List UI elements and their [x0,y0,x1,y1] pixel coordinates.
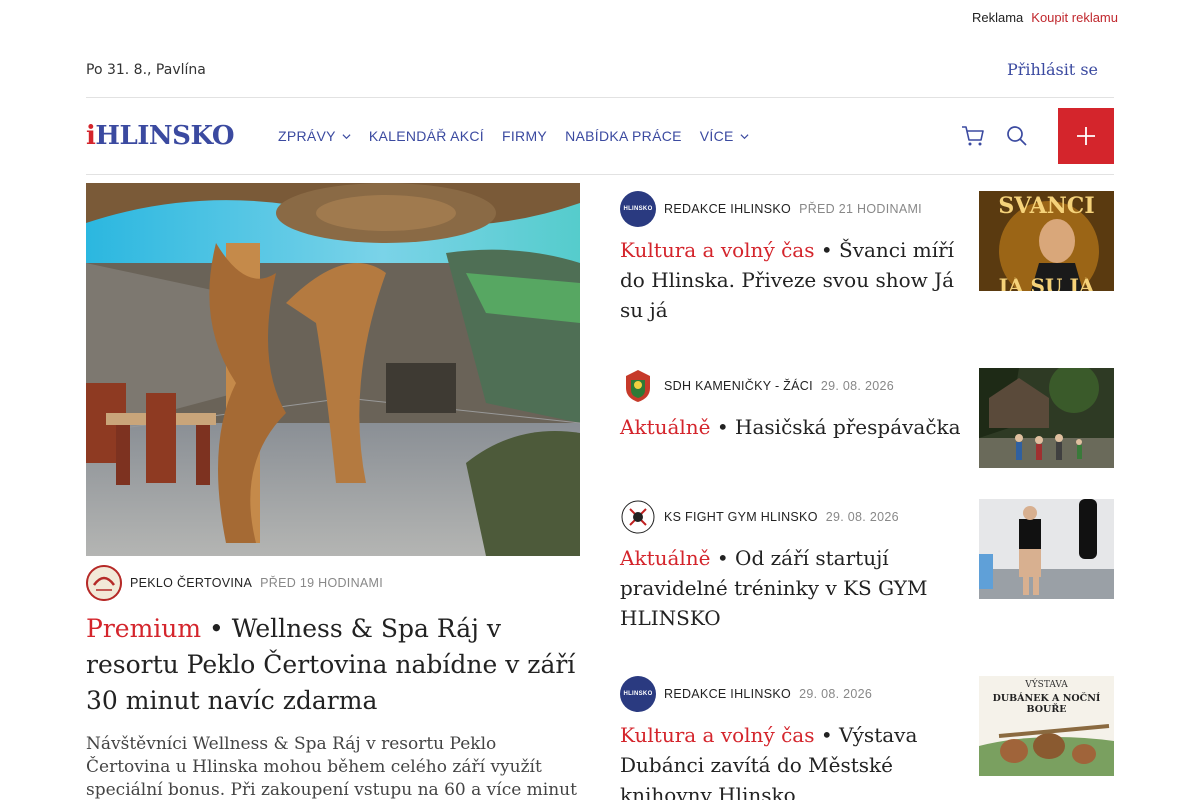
add-content-button[interactable] [1058,108,1114,164]
article-meta: HLINSKO REDAKCE IHLINSKO PŘED 21 HODINAM… [620,191,965,227]
divider [86,97,1114,98]
article-headline[interactable]: Kultura a volný čas • Výstava Dubánci za… [620,720,965,800]
logo-prefix: i [86,121,96,151]
author-avatar[interactable] [620,499,656,535]
thumb-subtitle: JÁ SU JÁ [998,277,1095,291]
chevron-down-icon [342,133,351,139]
publish-time: 29. 08. 2026 [825,510,899,524]
article-meta: SDH KAMENIČKY - ŽÁCI 29. 08. 2026 [620,368,965,404]
separator: • [814,238,839,262]
separator: • [814,723,839,747]
article-category[interactable]: Kultura a volný čas [620,723,814,747]
author-name[interactable]: REDAKCE IHLINSKO [664,202,791,216]
article-thumbnail[interactable] [979,499,1114,599]
avatar-text: HLINSKO [623,206,653,212]
author-name[interactable]: KS FIGHT GYM HLINSKO [664,510,818,524]
publish-time: PŘED 19 HODINAMI [260,576,384,590]
nav-item-label: ZPRÁVY [278,128,336,144]
ad-links: Reklama Koupit reklamu [972,10,1118,25]
nav-item-label: NABÍDKA PRÁCE [565,128,682,144]
publish-time: 29. 08. 2026 [820,379,894,393]
nav-item-label: KALENDÁŘ AKCÍ [368,128,484,144]
nav-item-zpravy[interactable]: ZPRÁVY [278,128,351,144]
featured-article-image[interactable] [86,183,580,556]
logo-name: HLINSKO [95,121,234,151]
login-link[interactable]: Přihlásit se [1007,60,1098,79]
article-thumbnail[interactable]: VÝSTAVA DUBÁNEK A NOČNÍ BOUŘE [979,676,1114,776]
article-thumbnail[interactable]: SVANCI JÁ SU JÁ [979,191,1114,291]
thumb-subtitle: DUBÁNEK A NOČNÍ BOUŘE [992,693,1101,715]
article-category[interactable]: Aktuálně [620,546,711,570]
article-perex: Návštěvníci Wellness & Spa Ráj v resortu… [86,734,577,800]
article-category[interactable]: Aktuálně [620,415,711,439]
author-avatar[interactable]: HLINSKO [620,676,656,712]
author-name[interactable]: PEKLO ČERTOVINA [130,576,252,590]
separator: • [710,415,736,439]
thumb-title: SVANCI [998,193,1095,219]
cart-icon[interactable] [960,123,986,149]
nav-menu: ZPRÁVY KALENDÁŘ AKCÍ FIRMY NABÍDKA PRÁCE… [278,128,749,144]
article-headline[interactable]: Kultura a volný čas • Švanci míří do Hli… [620,235,965,325]
publish-time: 29. 08. 2026 [799,687,873,701]
buy-ad-link[interactable]: Koupit reklamu [1031,10,1118,25]
chevron-down-icon [740,133,749,139]
side-article[interactable]: KS FIGHT GYM HLINSKO 29. 08. 2026 Aktuál… [620,499,1114,633]
article-meta: HLINSKO REDAKCE IHLINSKO 29. 08. 2026 [620,676,965,712]
search-icon[interactable] [1004,123,1030,149]
article-category[interactable]: Premium [86,614,201,643]
nav-item-kalendar[interactable]: KALENDÁŘ AKCÍ [369,128,484,144]
main-navigation: i HLINSKO ZPRÁVY KALENDÁŘ AKCÍ FIRMY NAB… [86,108,1114,164]
separator: • [201,614,232,643]
article-headline[interactable]: Aktuálně • Hasičská přespávačka [620,412,965,442]
article-headline[interactable]: Aktuálně • Od září startují pravidelné t… [620,543,965,633]
separator: • [710,546,736,570]
article-title: Hasičská přespávačka [735,415,961,439]
nav-item-prace[interactable]: NABÍDKA PRÁCE [565,128,682,144]
article-meta: KS FIGHT GYM HLINSKO 29. 08. 2026 [620,499,965,535]
publish-time: PŘED 21 HODINAMI [799,202,922,216]
author-name[interactable]: SDH KAMENIČKY - ŽÁCI [664,379,813,393]
article-meta: PEKLO ČERTOVINA PŘED 19 HODINAMI [86,565,580,601]
date-nameday: Po 31. 8., Pavlína [86,62,206,78]
avatar-text: HLINSKO [623,691,653,697]
side-article[interactable]: SDH KAMENIČKY - ŽÁCI 29. 08. 2026 Aktuál… [620,368,1114,468]
article-headline[interactable]: Premium • Wellness & Spa Ráj v resortu P… [86,611,580,719]
featured-article[interactable]: PEKLO ČERTOVINA PŘED 19 HODINAMI Premium… [86,183,580,800]
nav-item-vice[interactable]: VÍCE [700,128,749,144]
article-category[interactable]: Kultura a volný čas [620,238,814,262]
author-name[interactable]: REDAKCE IHLINSKO [664,687,791,701]
nav-actions [960,108,1114,164]
article-thumbnail[interactable] [979,368,1114,468]
divider [86,174,1114,175]
thumb-title: VÝSTAVA [1025,680,1068,690]
author-avatar[interactable] [86,565,122,601]
side-article[interactable]: HLINSKO REDAKCE IHLINSKO PŘED 21 HODINAM… [620,191,1114,325]
side-article[interactable]: HLINSKO REDAKCE IHLINSKO 29. 08. 2026 Ku… [620,676,1114,800]
nav-item-firmy[interactable]: FIRMY [502,128,547,144]
nav-item-label: FIRMY [502,128,548,144]
nav-item-label: VÍCE [699,128,734,144]
plus-icon [1077,127,1095,145]
ad-label[interactable]: Reklama [972,10,1023,25]
author-avatar[interactable]: HLINSKO [620,191,656,227]
site-logo[interactable]: i HLINSKO [86,121,234,151]
author-avatar[interactable] [620,368,656,404]
